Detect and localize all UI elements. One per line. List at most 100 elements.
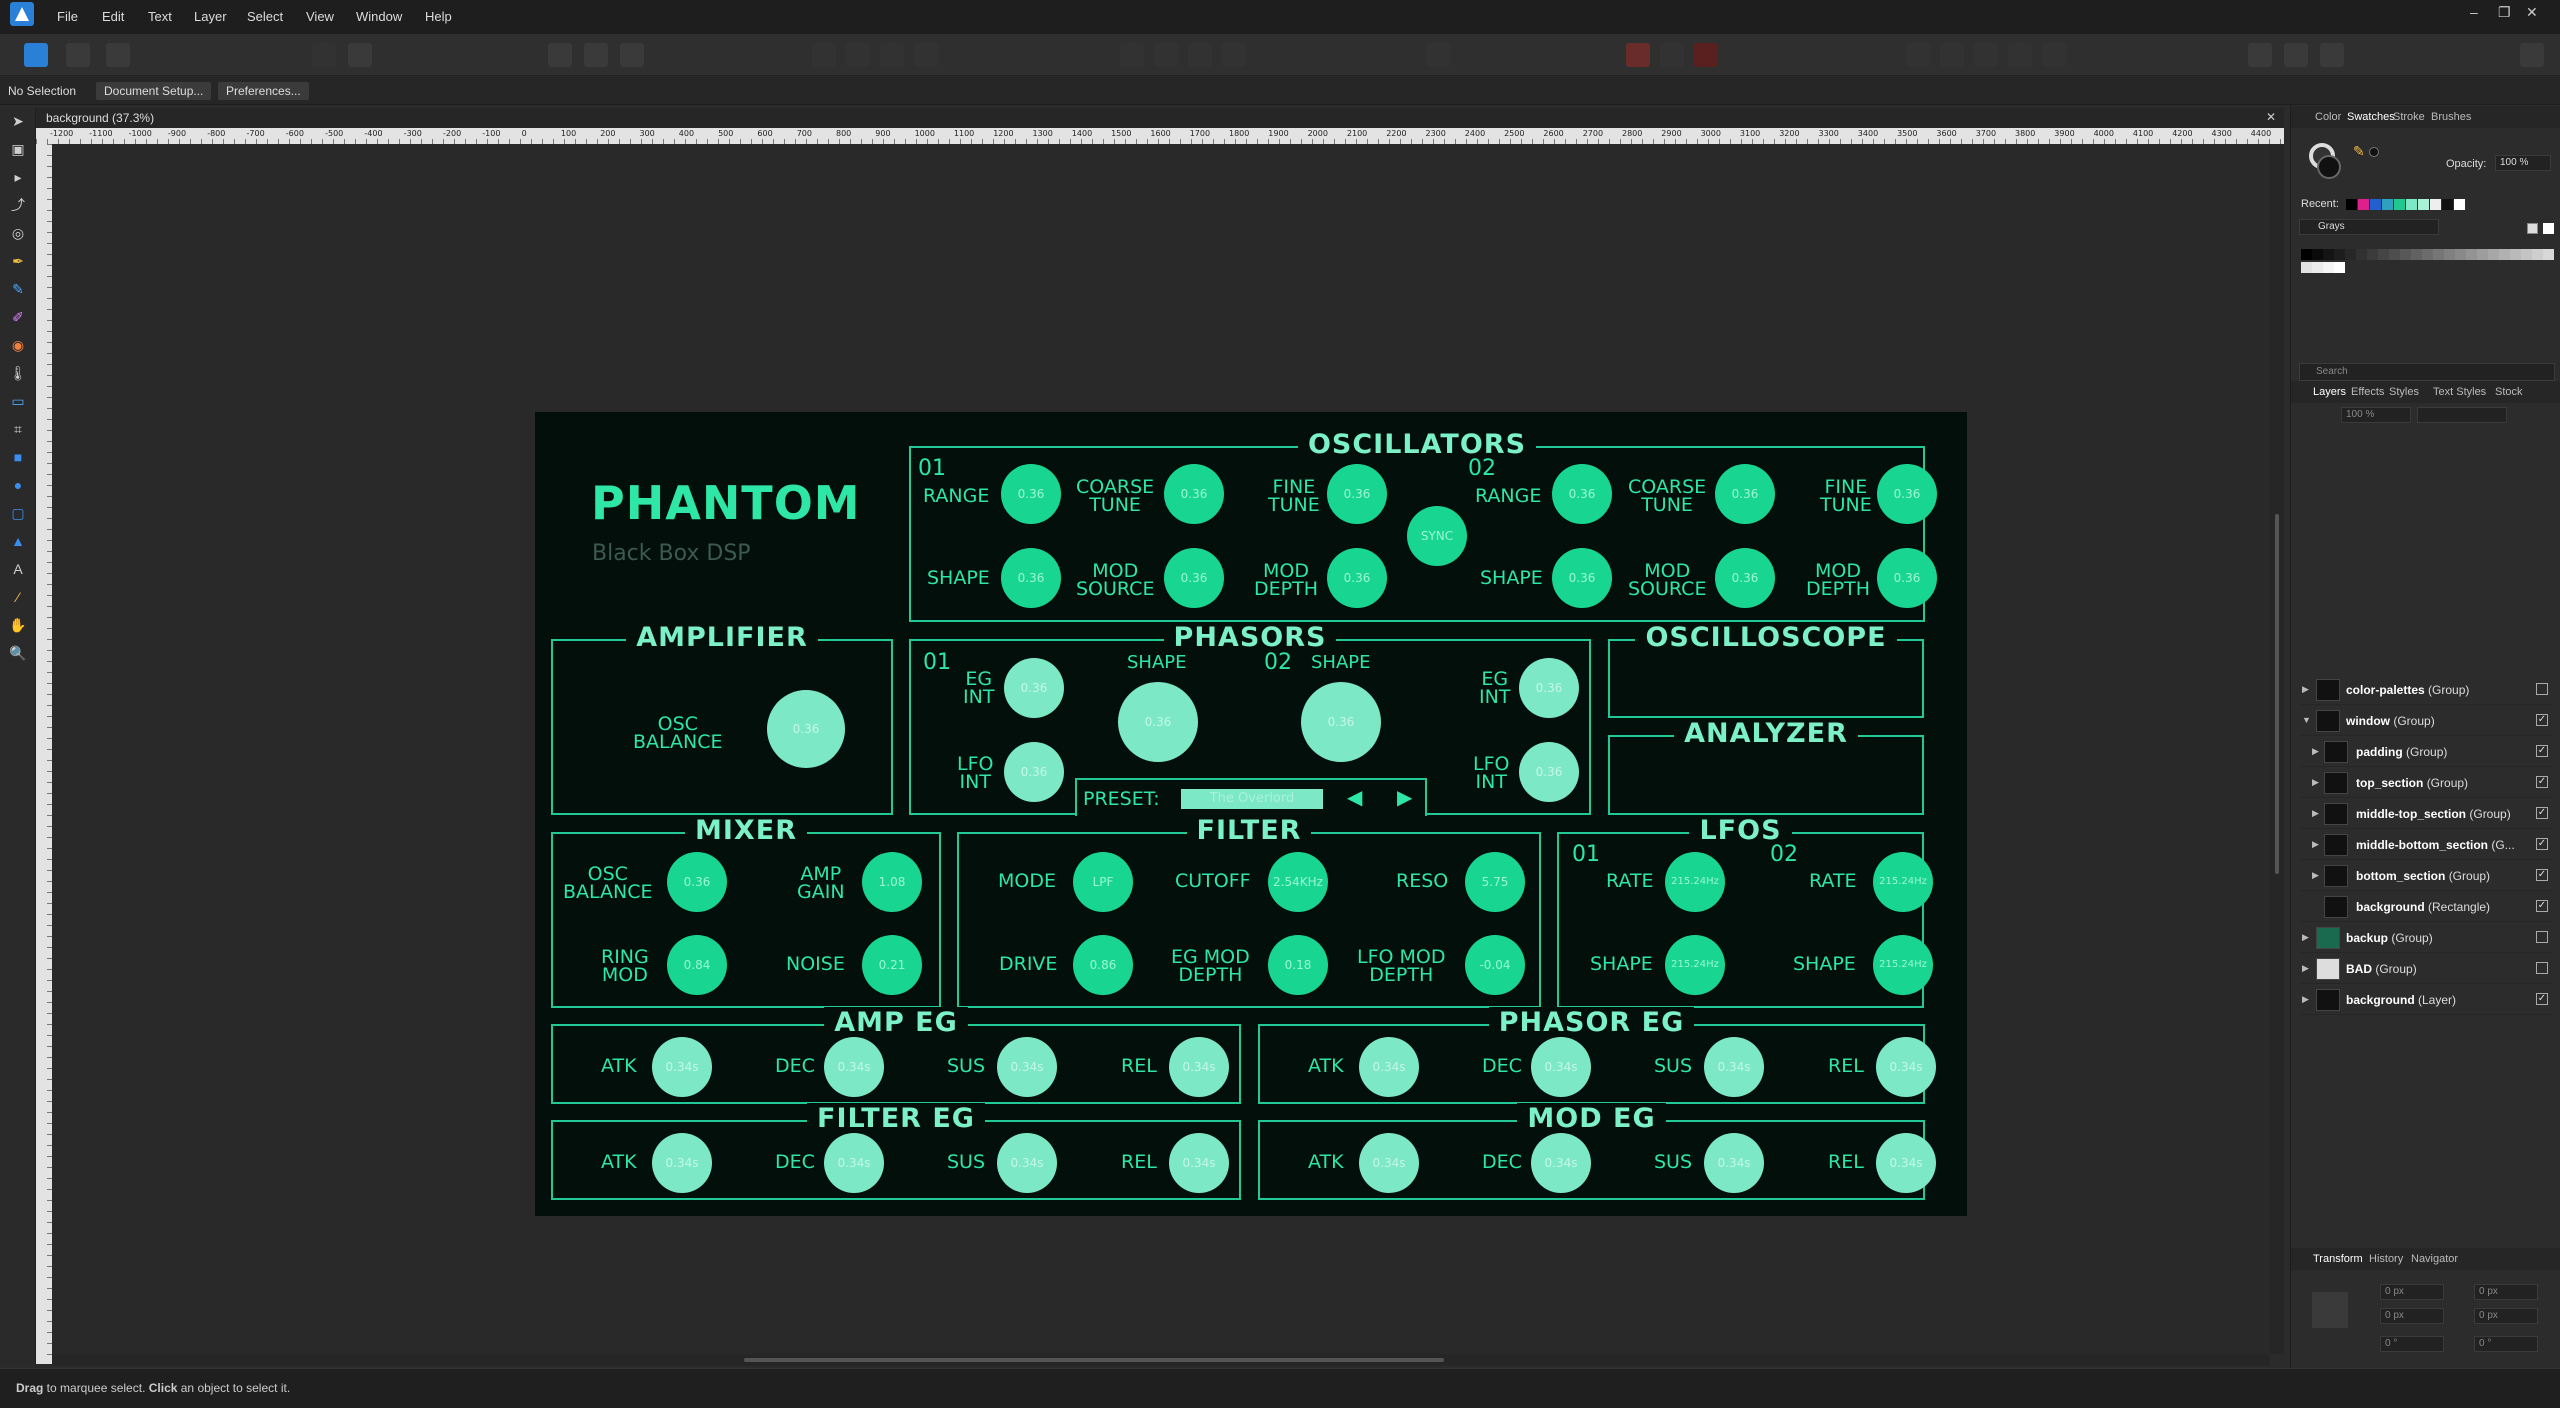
gray-swatch[interactable] <box>2444 249 2455 260</box>
persona-icon-1[interactable] <box>2248 43 2272 67</box>
color-picker-icon[interactable]: ⁄ <box>9 588 27 606</box>
gray-swatch[interactable] <box>2510 249 2521 260</box>
swatch-white[interactable] <box>2543 223 2554 234</box>
gray-swatch[interactable] <box>2378 249 2389 260</box>
mixer-noise-knob[interactable]: 0.21 <box>862 935 922 995</box>
persona-icon-3[interactable] <box>2320 43 2344 67</box>
layer-visibility-checkbox[interactable]: ✓ <box>2536 869 2548 881</box>
close-document-icon[interactable]: ✕ <box>2266 110 2276 124</box>
layer-visibility-checkbox[interactable]: ✓ <box>2536 745 2548 757</box>
mixer-amp-gain-knob[interactable]: 1.08 <box>862 852 922 912</box>
swatch-white[interactable] <box>2527 223 2538 234</box>
document-tab[interactable]: background (37.3%) ✕ <box>36 108 2284 128</box>
tab-color[interactable]: Color <box>2315 111 2341 123</box>
tab-effects[interactable]: Effects <box>2351 386 2384 398</box>
layer-row[interactable]: background (Rectangle) ✓ <box>2300 892 2552 922</box>
align-icon[interactable] <box>1120 43 1144 67</box>
grid-icon[interactable] <box>1626 43 1650 67</box>
menu-file[interactable]: File <box>57 9 78 24</box>
filter-eg-dec-knob[interactable]: 0.34s <box>824 1133 884 1193</box>
menu-edit[interactable]: Edit <box>102 9 124 24</box>
point-transform-icon[interactable]: ⤴ <box>9 196 27 214</box>
amp-eg-sus-knob[interactable]: 0.34s <box>997 1037 1057 1097</box>
mod-eg-atk-knob[interactable]: 0.34s <box>1359 1133 1419 1193</box>
layer-row[interactable]: ▶ background (Layer) ✓ <box>2300 985 2552 1015</box>
move-tool-icon[interactable]: ➤ <box>9 112 27 130</box>
gray-swatch[interactable] <box>2499 249 2510 260</box>
expand-arrow-icon[interactable]: ▶ <box>2312 808 2319 819</box>
mod-eg-rel-knob[interactable]: 0.34s <box>1876 1133 1936 1193</box>
preset-next-icon[interactable]: ▶ <box>1397 787 1412 807</box>
transform-x-field[interactable]: 0 px <box>2380 1284 2444 1300</box>
select-all-icon[interactable] <box>584 43 608 67</box>
phasor-eg-atk-knob[interactable]: 0.34s <box>1359 1037 1419 1097</box>
node-tool-icon[interactable]: ▸ <box>9 168 27 186</box>
gray-swatch[interactable] <box>2521 249 2532 260</box>
expand-arrow-icon[interactable]: ▶ <box>2312 870 2319 881</box>
osc1-coarse-tune-knob[interactable]: 0.36 <box>1164 464 1224 524</box>
zoom-tool-icon[interactable]: 🔍 <box>9 644 27 662</box>
boolean-subtract-icon[interactable] <box>1940 43 1964 67</box>
tab-stock[interactable]: Stock <box>2495 386 2523 398</box>
osc2-range-knob[interactable]: 0.36 <box>1552 464 1612 524</box>
rotate-icon[interactable] <box>1222 43 1246 67</box>
layer-row[interactable]: ▶ top_section (Group) ✓ <box>2300 768 2552 798</box>
expand-arrow-icon[interactable]: ▶ <box>2312 839 2319 850</box>
recent-swatch[interactable] <box>2346 199 2357 210</box>
close-icon[interactable]: ✕ <box>2526 4 2538 21</box>
filter-eg-atk-knob[interactable]: 0.34s <box>652 1133 712 1193</box>
tab-styles[interactable]: Styles <box>2389 386 2419 398</box>
triangle-tool-icon[interactable]: ▲ <box>9 532 27 550</box>
mixer-osc-balance-knob[interactable]: 0.36 <box>667 852 727 912</box>
phasor2-shape-knob[interactable]: 0.36 <box>1301 682 1381 762</box>
recent-swatch[interactable] <box>2358 199 2369 210</box>
mod-eg-dec-knob[interactable]: 0.34s <box>1531 1133 1591 1193</box>
boolean-divide-icon[interactable] <box>2042 43 2066 67</box>
fill-tool-icon[interactable]: ◉ <box>9 336 27 354</box>
expand-arrow-icon[interactable]: ▶ <box>2302 963 2309 974</box>
eyedropper-icon[interactable]: ✎ <box>2353 143 2365 160</box>
crop-tool-icon[interactable]: ⌗ <box>9 420 27 438</box>
recent-swatch[interactable] <box>2406 199 2417 210</box>
palette-dropdown[interactable]: Grays <box>2299 219 2439 235</box>
phasor1-shape-knob[interactable]: 0.36 <box>1118 682 1198 762</box>
tab-brushes[interactable]: Brushes <box>2431 111 2471 123</box>
gray-swatch[interactable] <box>2422 249 2433 260</box>
mixer-ring-mod-knob[interactable]: 0.84 <box>667 935 727 995</box>
filter-eg-sus-knob[interactable]: 0.34s <box>997 1133 1057 1193</box>
affinity-designer-logo[interactable] <box>10 2 34 26</box>
tab-history[interactable]: History <box>2369 1253 2403 1265</box>
expand-arrow-icon[interactable]: ▶ <box>2312 746 2319 757</box>
phasor-eg-rel-knob[interactable]: 0.34s <box>1876 1037 1936 1097</box>
gray-swatch[interactable] <box>2411 249 2422 260</box>
gray-swatch[interactable] <box>2488 249 2499 260</box>
phasor-eg-sus-knob[interactable]: 0.34s <box>1704 1037 1764 1097</box>
designer-persona-icon[interactable] <box>24 43 48 67</box>
lfo1-rate-knob[interactable]: 215.24Hz <box>1665 852 1725 912</box>
osc1-range-knob[interactable]: 0.36 <box>1001 464 1061 524</box>
layer-visibility-checkbox[interactable] <box>2536 683 2548 695</box>
layer-row[interactable]: ▼ window (Group) ✓ <box>2300 706 2552 736</box>
layer-row[interactable]: ▶ bottom_section (Group) ✓ <box>2300 861 2552 891</box>
vertical-ruler[interactable] <box>36 144 52 1364</box>
gray-swatch[interactable] <box>2433 249 2444 260</box>
layer-visibility-checkbox[interactable]: ✓ <box>2536 993 2548 1005</box>
boolean-intersect-icon[interactable] <box>1974 43 1998 67</box>
osc1-mod-depth-knob[interactable]: 0.36 <box>1327 548 1387 608</box>
document-setup-button[interactable]: Document Setup... <box>96 82 212 100</box>
gray-swatch[interactable] <box>2543 249 2554 260</box>
layer-visibility-checkbox[interactable]: ✓ <box>2536 900 2548 912</box>
swatch-search-field[interactable]: Search <box>2299 363 2555 381</box>
gray-swatch[interactable] <box>2323 262 2334 273</box>
gray-swatch[interactable] <box>2477 249 2488 260</box>
layer-visibility-checkbox[interactable]: ✓ <box>2536 838 2548 850</box>
boolean-add-icon[interactable] <box>1906 43 1930 67</box>
tab-text-styles[interactable]: Text Styles <box>2433 386 2486 398</box>
anchor-selector-icon[interactable] <box>2312 1292 2348 1328</box>
transparency-tool-icon[interactable]: 🌡 <box>9 364 27 382</box>
recent-swatch[interactable] <box>2442 199 2453 210</box>
layer-opacity-field[interactable]: 100 % <box>2341 407 2411 423</box>
arrange-forward-icon[interactable] <box>880 43 904 67</box>
gray-swatch[interactable] <box>2312 262 2323 273</box>
recent-swatch[interactable] <box>2418 199 2429 210</box>
